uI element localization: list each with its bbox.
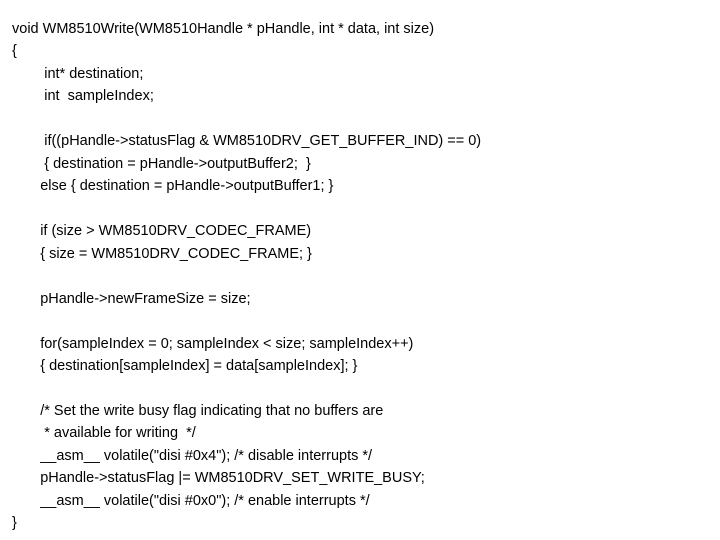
- code-line: if((pHandle->statusFlag & WM8510DRV_GET_…: [12, 133, 481, 149]
- code-line: }: [12, 515, 17, 531]
- code-line: __asm__ volatile("disi #0x4"); /* disabl…: [12, 448, 372, 464]
- code-line: { size = WM8510DRV_CODEC_FRAME; }: [12, 246, 312, 262]
- code-line: pHandle->statusFlag |= WM8510DRV_SET_WRI…: [12, 470, 425, 486]
- code-line: for(sampleIndex = 0; sampleIndex < size;…: [12, 336, 413, 352]
- code-line: __asm__ volatile("disi #0x0"); /* enable…: [12, 493, 370, 509]
- code-line: * available for writing */: [12, 425, 196, 441]
- code-line: { destination = pHandle->outputBuffer2; …: [12, 156, 311, 172]
- code-line: {: [12, 43, 17, 59]
- code-snippet: void WM8510Write(WM8510Handle * pHandle,…: [0, 0, 720, 535]
- code-line: void WM8510Write(WM8510Handle * pHandle,…: [12, 21, 434, 37]
- code-line: pHandle->newFrameSize = size;: [12, 291, 251, 307]
- code-line: { destination[sampleIndex] = data[sample…: [12, 358, 357, 374]
- code-line: /* Set the write busy flag indicating th…: [12, 403, 383, 419]
- code-line: int sampleIndex;: [12, 88, 154, 104]
- code-line: int* destination;: [12, 66, 143, 82]
- code-line: else { destination = pHandle->outputBuff…: [12, 178, 333, 194]
- code-line: if (size > WM8510DRV_CODEC_FRAME): [12, 223, 311, 239]
